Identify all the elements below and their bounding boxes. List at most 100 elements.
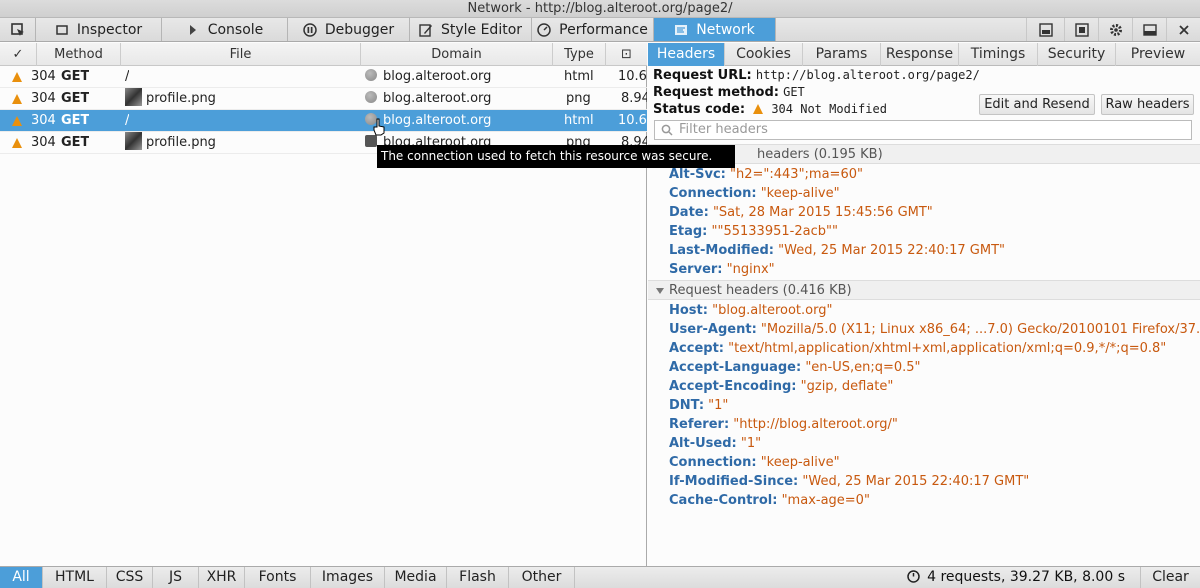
header-entry[interactable]: Etag: ""55133951-2acb"": [669, 222, 838, 241]
header-entry[interactable]: If-Modified-Since: "Wed, 25 Mar 2015 22:…: [669, 472, 1029, 491]
filter-css[interactable]: CSS: [107, 567, 153, 588]
devtools-window: Network - http://blog.alteroot.org/page2…: [0, 0, 1200, 588]
request-headers-section[interactable]: Request headers (0.416 KB): [648, 280, 1200, 300]
tab-console[interactable]: Console: [162, 18, 288, 41]
header-entry[interactable]: Accept-Encoding: "gzip, deflate": [669, 377, 893, 396]
header-value: "Sat, 28 Mar 2015 15:45:56 GMT": [712, 205, 933, 220]
status-code-label: Status code:: [653, 102, 746, 117]
screenshot-button[interactable]: [1064, 18, 1098, 41]
request-type: png: [566, 91, 591, 106]
request-domain-text: blog.alteroot.org: [383, 113, 492, 128]
settings-button[interactable]: [1098, 18, 1132, 41]
filter-flash[interactable]: Flash: [447, 567, 509, 588]
request-status: 304: [31, 135, 56, 150]
request-method-label: Request method:: [653, 85, 779, 100]
split-console-button[interactable]: [1026, 18, 1064, 41]
header-entry[interactable]: Alt-Used: "1": [669, 434, 761, 453]
tab-params[interactable]: Params: [803, 43, 881, 66]
image-thumbnail: [125, 88, 142, 106]
search-icon: [661, 124, 673, 142]
tab-headers[interactable]: Headers: [648, 43, 725, 66]
header-value: "http://blog.alteroot.org/": [733, 417, 898, 432]
column-method[interactable]: Method: [37, 43, 121, 66]
header-value: "1": [708, 398, 729, 413]
header-value: "en-US,en;q=0.5": [805, 360, 921, 375]
tab-preview[interactable]: Preview: [1116, 43, 1200, 66]
column-domain[interactable]: Domain: [361, 43, 553, 66]
request-summary[interactable]: 4 requests, 39.27 KB, 8.00 s: [906, 567, 1125, 588]
tab-console-label: Console: [207, 21, 264, 38]
filter-html[interactable]: HTML: [43, 567, 107, 588]
tab-timings[interactable]: Timings: [959, 43, 1038, 66]
window-title: Network - http://blog.alteroot.org/page2…: [0, 0, 1200, 18]
dock-button[interactable]: [1132, 18, 1166, 41]
request-file: profile.png: [125, 132, 216, 154]
header-entry[interactable]: DNT: "1": [669, 396, 728, 415]
header-name: Alt-Used:: [669, 436, 737, 451]
request-method: GET: [61, 69, 90, 84]
globe-icon: [365, 69, 377, 81]
header-entry[interactable]: Accept: "text/html,application/xhtml+xml…: [669, 339, 1166, 358]
split-console-icon: [1038, 22, 1053, 37]
filter-headers-placeholder: Filter headers: [679, 122, 768, 137]
header-value: "gzip, deflate": [800, 379, 894, 394]
request-row[interactable]: 304 GET profile.png blog.alteroot.org pn…: [0, 88, 647, 110]
header-entry[interactable]: Connection: "keep-alive": [669, 184, 840, 203]
header-entry[interactable]: Accept-Language: "en-US,en;q=0.5": [669, 358, 921, 377]
column-type[interactable]: Type: [553, 43, 606, 66]
filter-other[interactable]: Other: [509, 567, 575, 588]
column-status[interactable]: ✓: [0, 43, 37, 66]
column-size[interactable]: ⊡: [606, 43, 647, 66]
header-name: Last-Modified:: [669, 243, 774, 258]
tab-inspector[interactable]: Inspector: [36, 18, 162, 41]
clear-button[interactable]: Clear: [1140, 567, 1200, 588]
tab-performance[interactable]: Performance: [532, 18, 654, 41]
filter-all[interactable]: All: [0, 567, 43, 588]
header-entry[interactable]: Host: "blog.alteroot.org": [669, 301, 832, 320]
request-file-text: profile.png: [146, 91, 216, 106]
tab-debugger[interactable]: Debugger: [288, 18, 410, 41]
close-icon: [1177, 23, 1191, 37]
style-editor-icon: [419, 23, 433, 37]
request-row-selected[interactable]: 304 GET / blog.alteroot.org html 10.69: [0, 110, 647, 132]
header-name: Cache-Control:: [669, 493, 778, 508]
raw-headers-button[interactable]: Raw headers: [1101, 94, 1194, 115]
close-button[interactable]: [1166, 18, 1200, 41]
tab-response[interactable]: Response: [881, 43, 959, 66]
header-entry[interactable]: Referer: "http://blog.alteroot.org/": [669, 415, 898, 434]
filter-fonts[interactable]: Fonts: [245, 567, 311, 588]
tab-network[interactable]: Network: [654, 18, 776, 41]
header-value: "Wed, 25 Mar 2015 22:40:17 GMT": [802, 474, 1030, 489]
lock-icon: [365, 135, 377, 147]
request-type: html: [564, 69, 594, 84]
request-list-panel: ✓ Method File Domain Type ⊡ 304 GET / bl…: [0, 43, 647, 566]
header-entry[interactable]: Server: "nginx": [669, 260, 775, 279]
tab-network-label: Network: [696, 21, 755, 38]
request-status: 304: [31, 113, 56, 128]
network-icon: [674, 23, 688, 37]
filter-xhr[interactable]: XHR: [199, 567, 245, 588]
request-row[interactable]: 304 GET / blog.alteroot.org html 10.69: [0, 66, 647, 88]
filter-media[interactable]: Media: [385, 567, 447, 588]
performance-icon: [537, 22, 551, 37]
header-entry[interactable]: Connection: "keep-alive": [669, 453, 840, 472]
edit-and-resend-button[interactable]: Edit and Resend: [979, 94, 1095, 115]
pick-element-button[interactable]: [0, 18, 36, 41]
header-name: Server:: [669, 262, 723, 277]
request-file: profile.png: [125, 88, 216, 110]
details-tabs: Headers Cookies Params Response Timings …: [648, 43, 1200, 66]
header-value: "keep-alive": [760, 455, 840, 470]
header-entry[interactable]: Date: "Sat, 28 Mar 2015 15:45:56 GMT": [669, 203, 933, 222]
column-file[interactable]: File: [121, 43, 361, 66]
filter-headers-input[interactable]: Filter headers: [654, 120, 1192, 140]
request-file: /: [125, 69, 130, 84]
tab-style-editor[interactable]: Style Editor: [410, 18, 532, 41]
header-entry[interactable]: Last-Modified: "Wed, 25 Mar 2015 22:40:1…: [669, 241, 1005, 260]
header-entry[interactable]: User-Agent: "Mozilla/5.0 (X11; Linux x86…: [669, 320, 1200, 339]
tab-cookies[interactable]: Cookies: [725, 43, 803, 66]
tab-security[interactable]: Security: [1038, 43, 1116, 66]
filter-images[interactable]: Images: [311, 567, 385, 588]
header-entry[interactable]: Cache-Control: "max-age=0": [669, 491, 870, 510]
filter-js[interactable]: JS: [153, 567, 199, 588]
screenshot-icon: [1074, 22, 1089, 37]
